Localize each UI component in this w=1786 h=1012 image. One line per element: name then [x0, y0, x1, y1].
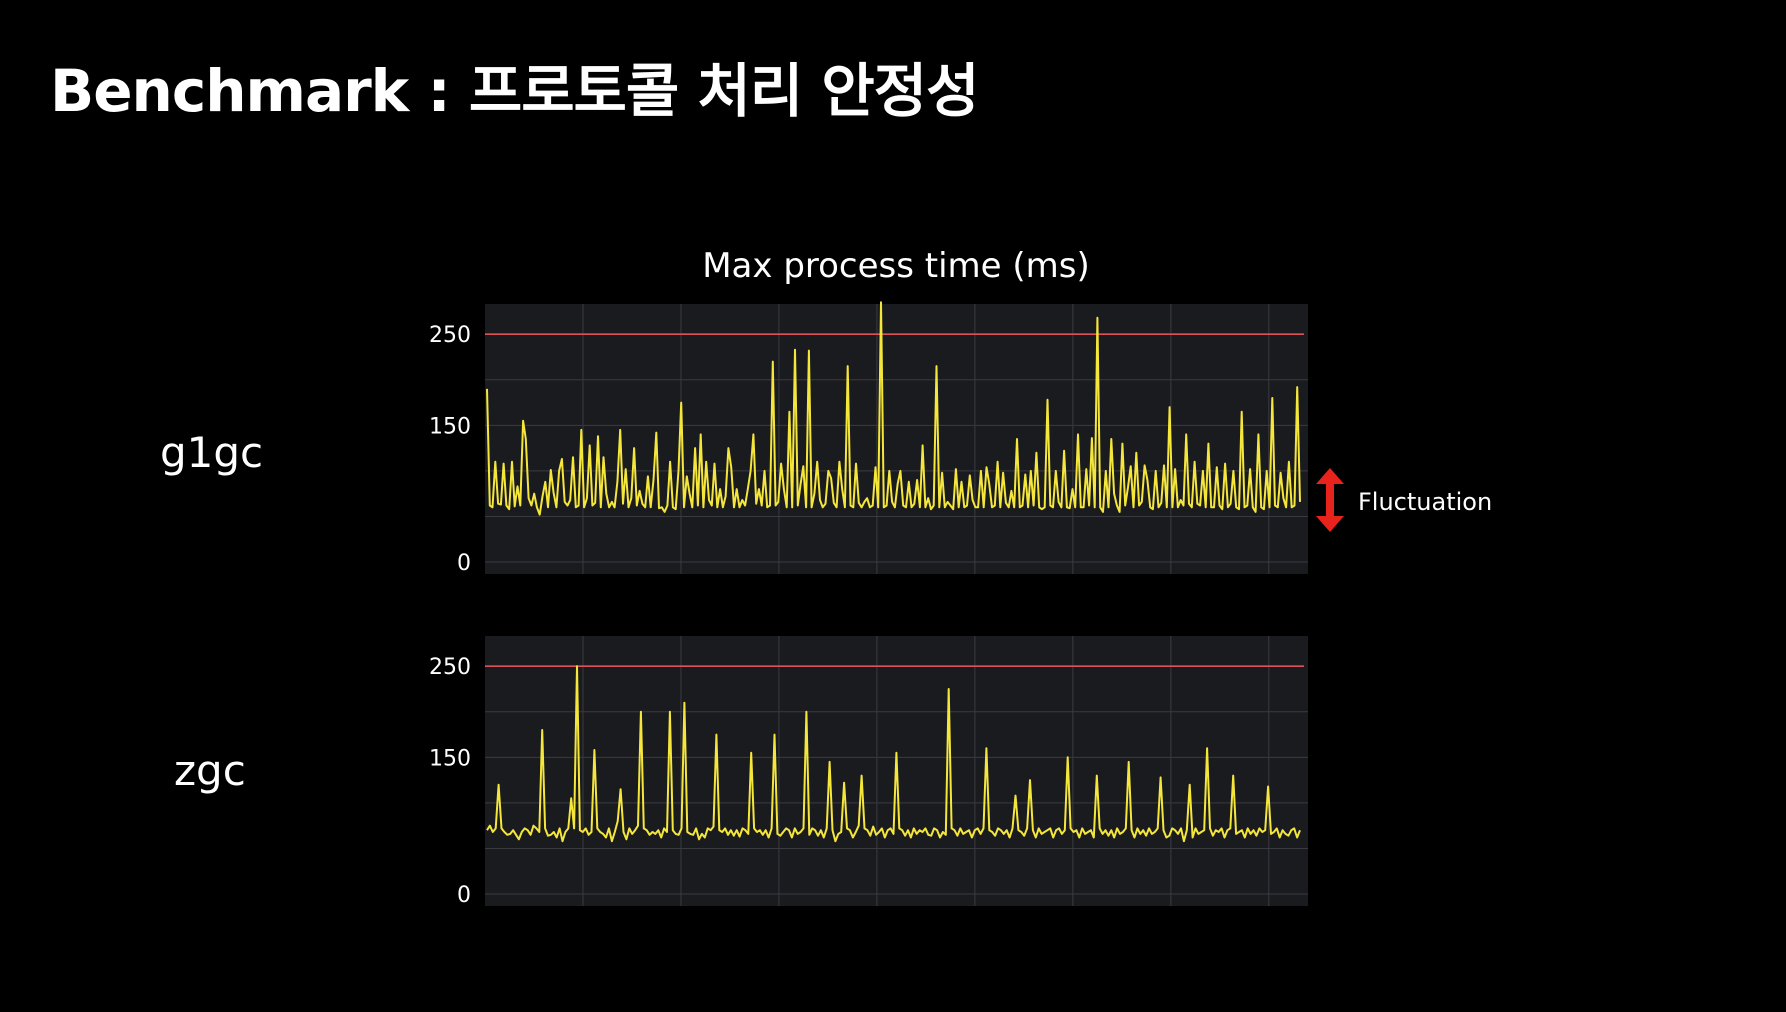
zgc-line-chart: 0 150 250 [429, 636, 1308, 908]
y-tick-label: 0 [457, 883, 471, 908]
y-tick-label: 250 [429, 323, 471, 348]
fluctuation-label: Fluctuation [1358, 488, 1493, 516]
y-tick-label: 0 [457, 551, 471, 576]
g1gc-line-chart: 0 150 250 [429, 301, 1308, 576]
chart-title: Max process time (ms) [702, 246, 1090, 286]
y-tick-label: 150 [429, 414, 471, 439]
slide-title: Benchmark : 프로토콜 처리 안정성 [50, 57, 979, 125]
row-label-zgc: zgc [174, 746, 246, 795]
double-arrow-vertical-icon [1316, 468, 1344, 532]
y-tick-label: 250 [429, 655, 471, 680]
row-label-g1gc: g1gc [160, 428, 264, 477]
y-tick-label: 150 [429, 746, 471, 771]
plot-area [485, 304, 1308, 574]
